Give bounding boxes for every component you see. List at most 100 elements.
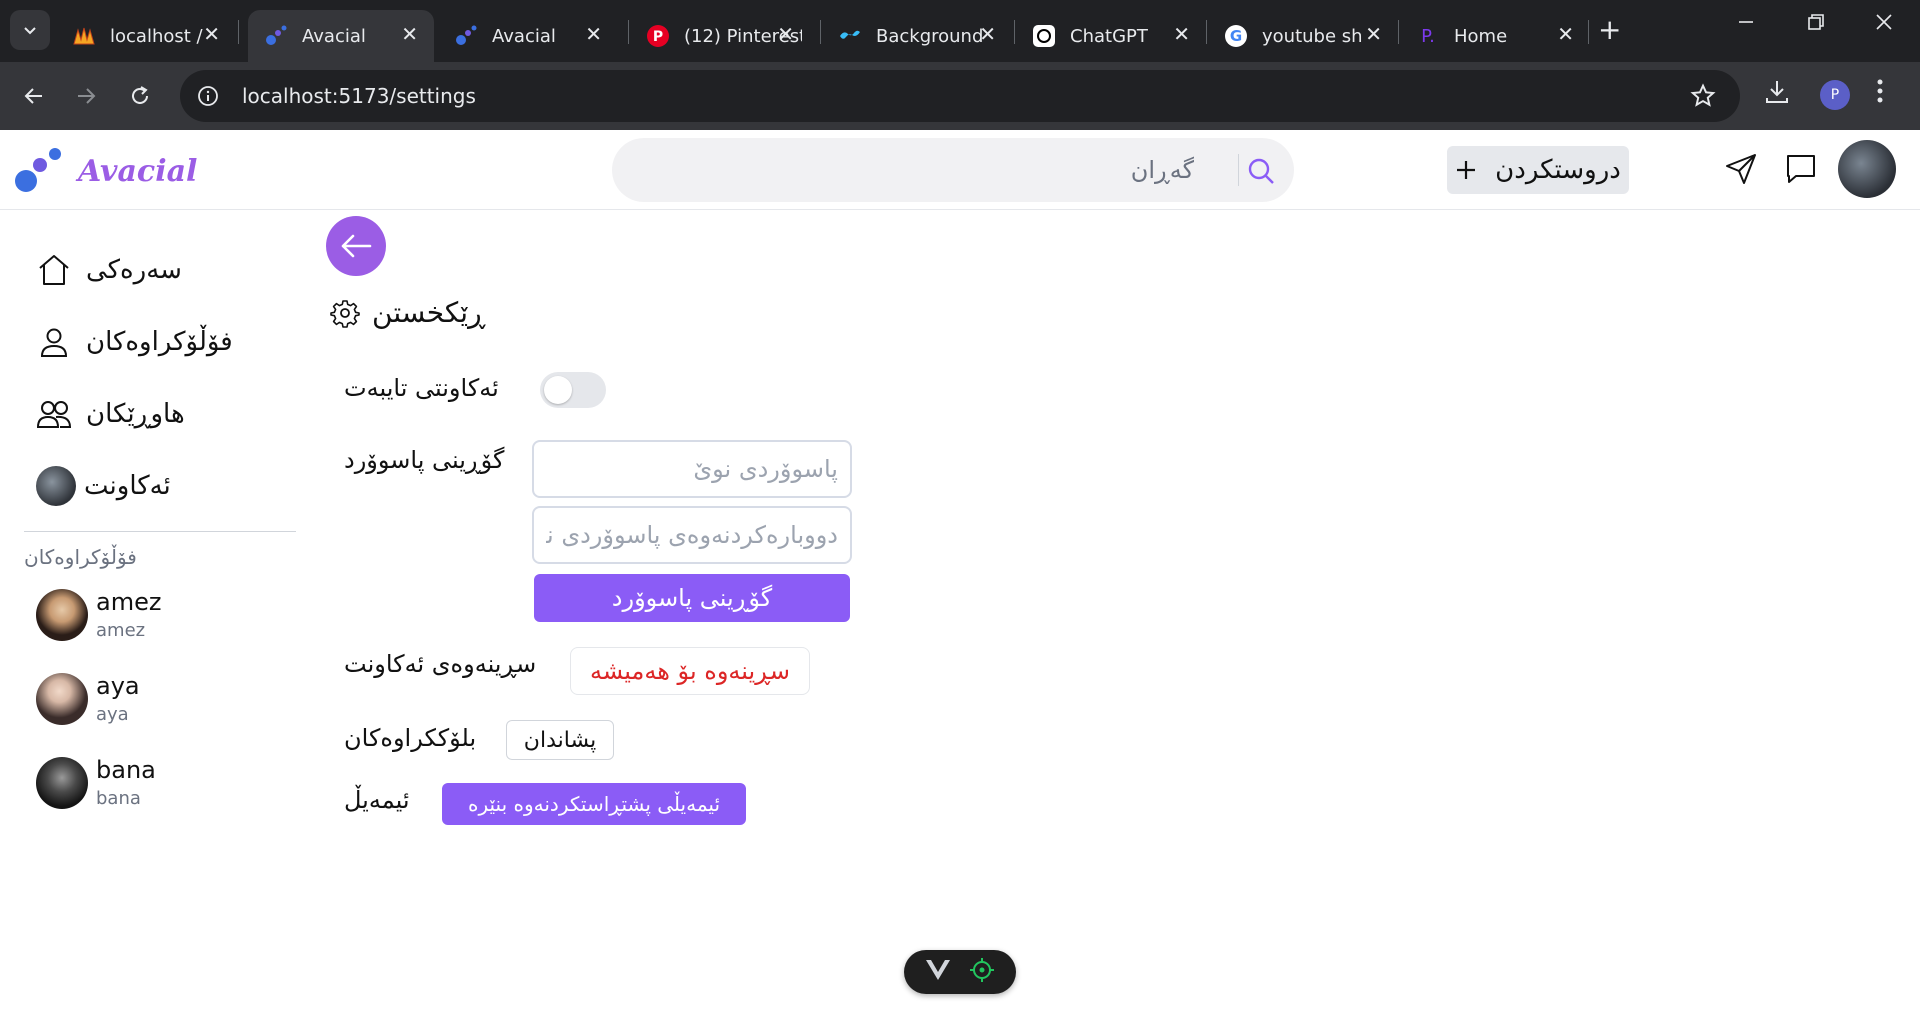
logo-text: Avacial bbox=[78, 153, 198, 189]
following-handle: bana bbox=[96, 788, 141, 809]
forward-arrow-icon[interactable] bbox=[68, 78, 104, 114]
following-item[interactable]: amez amez bbox=[36, 588, 161, 641]
avatar bbox=[36, 466, 76, 506]
app-header: Avacial دروستکردن bbox=[0, 130, 1920, 210]
sidebar-item-label: هاوڕێکان bbox=[86, 399, 185, 429]
sidebar-item-label: فۆڵۆکراوەکان bbox=[86, 327, 233, 357]
new-password-input[interactable] bbox=[532, 440, 852, 498]
gear-icon bbox=[330, 298, 360, 328]
home-icon bbox=[36, 252, 72, 288]
url-text: localhost:5173/settings bbox=[242, 84, 476, 108]
search-icon[interactable] bbox=[1246, 156, 1276, 190]
browser-toolbar: localhost:5173/settings P bbox=[0, 62, 1920, 130]
private-account-toggle[interactable] bbox=[540, 372, 606, 408]
vue-devtools-icon[interactable] bbox=[925, 959, 951, 985]
sidebar-item-home[interactable]: سەرەکی bbox=[36, 252, 182, 288]
toggle-knob bbox=[544, 376, 572, 404]
close-icon[interactable]: ✕ bbox=[1173, 24, 1190, 44]
restore-icon[interactable] bbox=[1806, 12, 1826, 38]
avatar bbox=[36, 756, 88, 809]
browser-tab[interactable]: Avacial ✕ bbox=[438, 10, 618, 62]
bookmark-star-icon[interactable] bbox=[1690, 83, 1716, 114]
sidebar-divider bbox=[24, 531, 296, 532]
sidebar-item-label: سەرەکی bbox=[86, 255, 182, 285]
users-icon bbox=[36, 396, 72, 432]
info-icon[interactable] bbox=[194, 82, 222, 110]
pinterest-icon: P bbox=[646, 24, 670, 48]
avacial-logo-icon bbox=[15, 148, 61, 192]
close-icon[interactable]: ✕ bbox=[203, 24, 220, 44]
show-blocked-button[interactable]: پشاندان bbox=[506, 720, 614, 760]
sidebar-item-account[interactable]: ئەکاونت bbox=[36, 466, 171, 506]
tailwind-icon bbox=[838, 24, 862, 48]
tab-separator bbox=[238, 20, 239, 44]
app-logo[interactable]: Avacial bbox=[14, 147, 197, 195]
avatar bbox=[36, 588, 88, 641]
svg-text:G: G bbox=[1230, 27, 1242, 45]
tab-separator bbox=[1206, 20, 1207, 44]
browser-tab[interactable]: P (12) Pinterest ✕ bbox=[630, 10, 810, 62]
email-label: ئیمەیڵ bbox=[344, 786, 410, 814]
following-name: aya bbox=[96, 672, 140, 700]
avacial-icon bbox=[454, 24, 478, 48]
tab-title: Home bbox=[1454, 25, 1508, 47]
svg-text:P: P bbox=[653, 29, 663, 45]
tab-search-button[interactable] bbox=[10, 10, 50, 50]
devtools-toolbar[interactable] bbox=[904, 950, 1016, 994]
close-icon[interactable]: ✕ bbox=[979, 24, 996, 44]
address-bar[interactable]: localhost:5173/settings bbox=[180, 70, 1740, 122]
close-icon[interactable]: ✕ bbox=[1557, 24, 1574, 44]
new-tab-button[interactable]: + bbox=[1598, 16, 1621, 44]
back-button[interactable] bbox=[326, 216, 386, 276]
profile-avatar[interactable]: P bbox=[1820, 80, 1850, 110]
tab-title: Background bbox=[876, 25, 984, 47]
search-divider bbox=[1238, 154, 1239, 186]
close-icon[interactable]: ✕ bbox=[585, 24, 602, 44]
following-section-title: فۆڵۆکراوەکان bbox=[24, 545, 137, 569]
delete-account-button[interactable]: سڕینەوە بۆ هەمیشە bbox=[570, 647, 810, 695]
browser-tab[interactable]: localhost / ✕ bbox=[56, 10, 236, 62]
close-window-icon[interactable] bbox=[1874, 12, 1894, 38]
sidebar-item-following[interactable]: فۆڵۆکراوەکان bbox=[36, 324, 233, 360]
chatgpt-icon bbox=[1032, 24, 1056, 48]
send-verification-email-button[interactable]: ئیمەیڵی پشتڕاستکردنەوە بنێرە bbox=[442, 783, 746, 825]
arrow-left-icon bbox=[341, 234, 372, 258]
close-icon[interactable]: ✕ bbox=[1365, 24, 1382, 44]
create-button[interactable]: دروستکردن bbox=[1447, 146, 1629, 194]
blocked-users-label: بلۆککراوەکان bbox=[344, 724, 477, 752]
avatar bbox=[36, 672, 88, 725]
tab-separator bbox=[1398, 20, 1399, 44]
browser-tab-active[interactable]: Avacial ✕ bbox=[248, 10, 434, 62]
user-icon bbox=[36, 324, 72, 360]
following-item[interactable]: aya aya bbox=[36, 672, 140, 725]
back-arrow-icon[interactable] bbox=[16, 78, 52, 114]
delete-account-label: سڕینەوەی ئەکاونت bbox=[344, 650, 537, 678]
reload-icon[interactable] bbox=[122, 78, 158, 114]
close-icon[interactable]: ✕ bbox=[777, 24, 794, 44]
settings-title-text: ڕێکخستن bbox=[372, 296, 486, 329]
send-icon[interactable] bbox=[1724, 152, 1758, 190]
browser-tab[interactable]: Background ✕ bbox=[822, 10, 1012, 62]
following-handle: amez bbox=[96, 620, 146, 641]
change-password-button[interactable]: گۆڕینی پاسوۆرد bbox=[534, 574, 850, 622]
svg-text:P.: P. bbox=[1421, 26, 1435, 47]
repeat-password-input[interactable] bbox=[532, 506, 852, 564]
browser-tab[interactable]: ChatGPT ✕ bbox=[1016, 10, 1206, 62]
message-icon[interactable] bbox=[1784, 152, 1818, 190]
following-item[interactable]: bana bana bbox=[36, 756, 156, 809]
sidebar-item-friends[interactable]: هاوڕێکان bbox=[36, 396, 185, 432]
user-avatar[interactable] bbox=[1838, 140, 1896, 198]
crosshair-icon[interactable] bbox=[969, 957, 995, 987]
tab-title: youtube sh bbox=[1262, 25, 1363, 47]
following-name: bana bbox=[96, 756, 156, 784]
phpmyadmin-icon bbox=[72, 24, 96, 48]
minimize-icon[interactable] bbox=[1736, 12, 1756, 38]
close-icon[interactable]: ✕ bbox=[401, 24, 418, 44]
browser-tab[interactable]: G youtube sh ✕ bbox=[1208, 10, 1398, 62]
download-icon[interactable] bbox=[1764, 78, 1790, 110]
search-input[interactable] bbox=[634, 138, 1194, 202]
sidebar-item-label: ئەکاونت bbox=[84, 471, 171, 501]
browser-tab[interactable]: P. Home ✕ bbox=[1400, 10, 1590, 62]
more-menu-icon[interactable] bbox=[1876, 78, 1884, 108]
chevron-down-icon bbox=[24, 27, 36, 35]
